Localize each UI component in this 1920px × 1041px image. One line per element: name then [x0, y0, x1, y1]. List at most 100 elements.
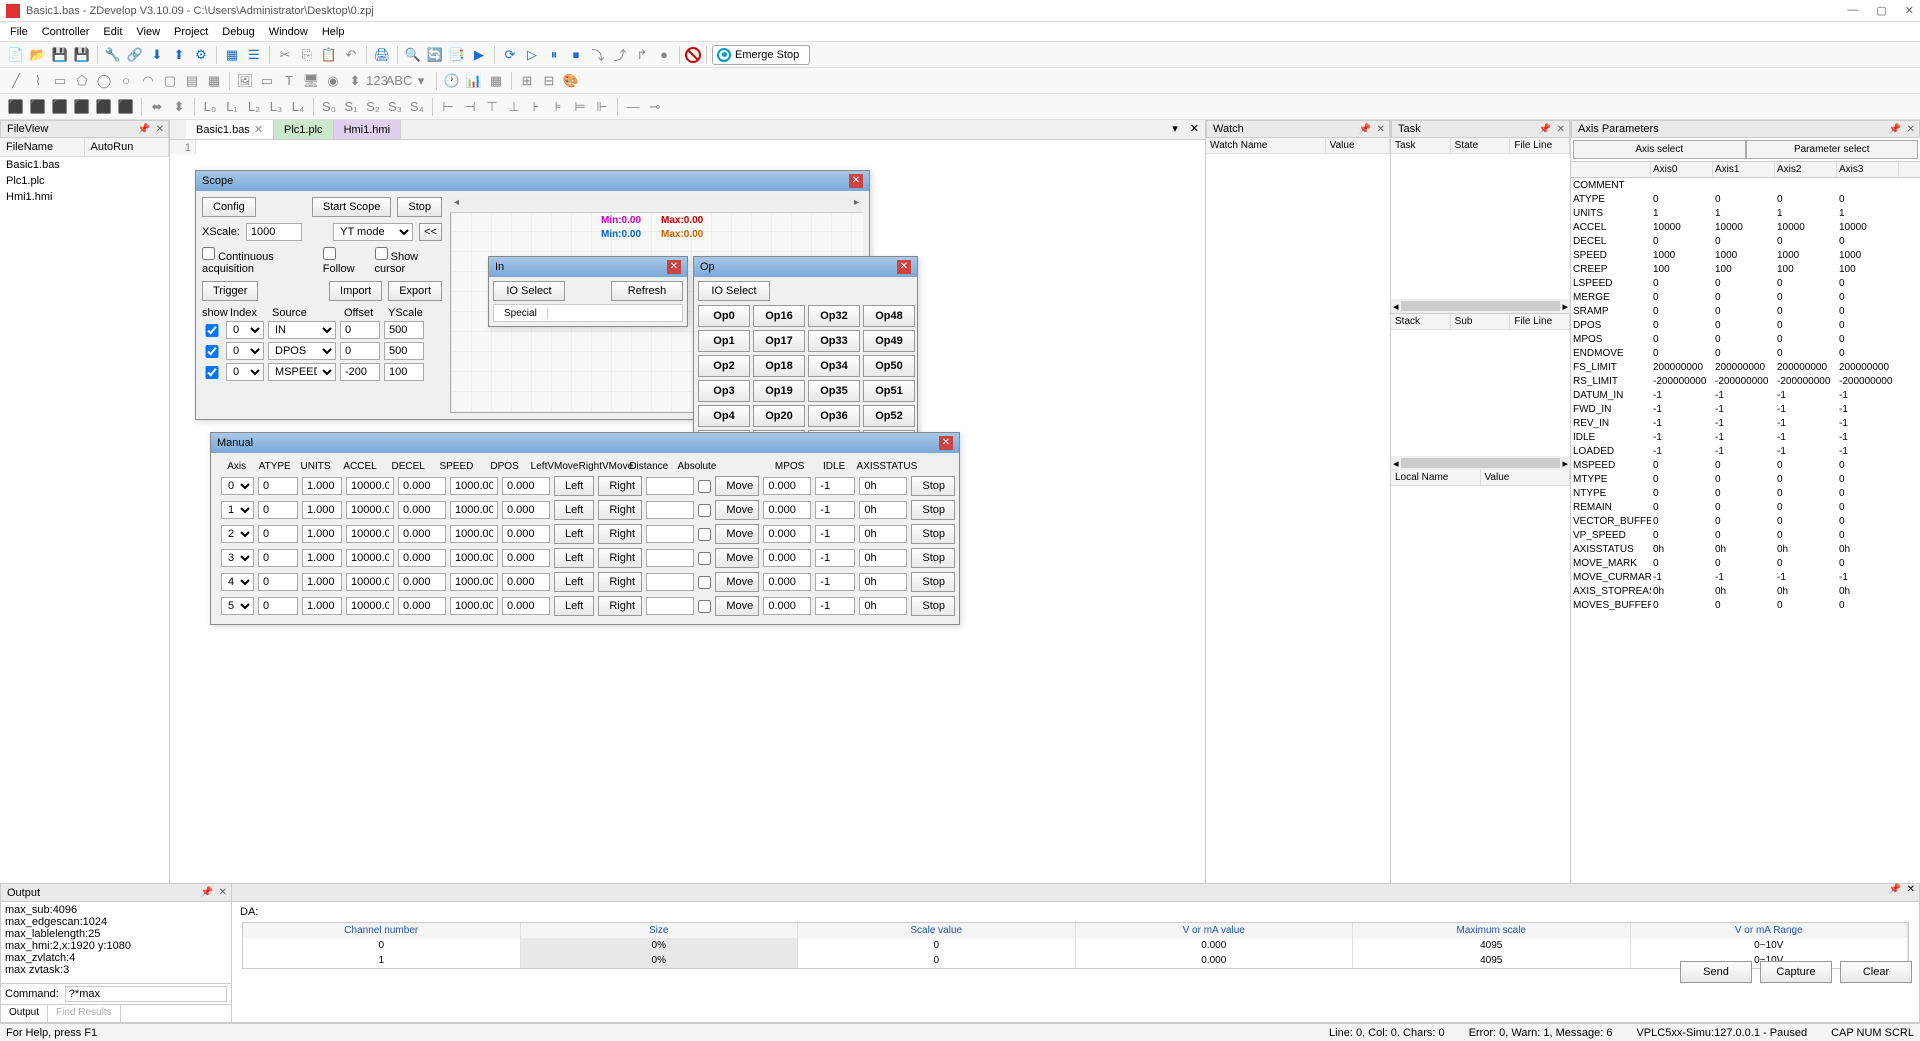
speed-input[interactable]	[450, 549, 498, 567]
axis-row[interactable]: AXIS_STOPREASON0h0h0h0h	[1571, 584, 1920, 598]
h7-icon[interactable]: ⊨	[570, 97, 590, 117]
show-check[interactable]	[202, 345, 222, 358]
speed-input[interactable]	[450, 501, 498, 519]
yscale-input[interactable]	[384, 363, 424, 381]
op-button[interactable]: Op51	[863, 380, 915, 402]
ruler-left-icon[interactable]: ◂	[450, 197, 463, 208]
dpos-input[interactable]	[502, 573, 550, 591]
units-input[interactable]	[302, 597, 342, 615]
copy-icon[interactable]: ⎘	[297, 45, 317, 65]
watch-name-col[interactable]: Watch Name	[1206, 138, 1326, 153]
stepout-icon[interactable]: ↱	[632, 45, 652, 65]
accel-input[interactable]	[346, 573, 394, 591]
axis-row[interactable]: MOVE_MARK0000	[1571, 556, 1920, 570]
distance-input[interactable]	[646, 573, 694, 591]
display-icon[interactable]: 🖥	[301, 71, 321, 91]
stop-button[interactable]: Stop	[911, 476, 955, 496]
menu-project[interactable]: Project	[168, 24, 214, 40]
pin-icon[interactable]: 📌	[1359, 124, 1371, 135]
axis-row[interactable]: DATUM_IN-1-1-1-1	[1571, 388, 1920, 402]
ellipse-icon[interactable]: ◯	[94, 71, 114, 91]
saveall-icon[interactable]: 💾	[72, 45, 92, 65]
axis-select[interactable]: 1	[221, 501, 254, 519]
close-icon[interactable]: ✕	[849, 174, 863, 188]
ruler-right-icon[interactable]: ▸	[850, 197, 863, 208]
dpos-input[interactable]	[502, 501, 550, 519]
idle-input[interactable]	[815, 573, 855, 591]
find-icon[interactable]: 🔍	[403, 45, 423, 65]
move-button[interactable]: Move	[715, 548, 759, 568]
tab-close-all-icon[interactable]: ✕	[1184, 120, 1205, 139]
op-button[interactable]: Op33	[808, 330, 860, 352]
config-button[interactable]: Config	[202, 197, 256, 217]
clock-icon[interactable]: 🕐	[442, 71, 462, 91]
axis-row[interactable]: FWD_IN-1-1-1-1	[1571, 402, 1920, 416]
speed-input[interactable]	[450, 573, 498, 591]
s3-icon[interactable]: S₃	[385, 97, 405, 117]
right-button[interactable]: Right	[598, 524, 642, 544]
align-center-icon[interactable]: ⬛	[28, 97, 48, 117]
refresh-button[interactable]: Refresh	[611, 281, 683, 301]
move-button[interactable]: Move	[715, 500, 759, 520]
da-col[interactable]: V or mA Range	[1631, 923, 1909, 938]
axis-row[interactable]: ENDMOVE0000	[1571, 346, 1920, 360]
s1-icon[interactable]: S₁	[341, 97, 361, 117]
absolute-check[interactable]	[698, 480, 711, 493]
next-icon[interactable]: ▶	[469, 45, 489, 65]
roundrect-icon[interactable]: ▢	[160, 71, 180, 91]
op-button[interactable]: Op48	[863, 305, 915, 327]
dropdown-icon[interactable]: ▾	[411, 71, 431, 91]
stop-button[interactable]: Stop	[911, 524, 955, 544]
op-button[interactable]: Op3	[698, 380, 750, 402]
axis-row[interactable]: MOVE_CURMARK-1-1-1-1	[1571, 570, 1920, 584]
trigger-button[interactable]: Trigger	[202, 281, 258, 301]
close-icon[interactable]: ✕	[939, 436, 953, 450]
source-select[interactable]: IN	[268, 321, 336, 339]
tab-dropdown-icon[interactable]: ▾	[1166, 120, 1184, 139]
dpos-input[interactable]	[502, 477, 550, 495]
slider-icon[interactable]: ⬍	[345, 71, 365, 91]
units-input[interactable]	[302, 573, 342, 591]
h4-icon[interactable]: ⊥	[504, 97, 524, 117]
decel-input[interactable]	[398, 549, 446, 567]
dpos-input[interactable]	[502, 597, 550, 615]
op-button[interactable]: Op49	[863, 330, 915, 352]
axis-row[interactable]: FS_LIMIT20000000020000000020000000020000…	[1571, 360, 1920, 374]
left-button[interactable]: Left	[554, 596, 594, 616]
decel-input[interactable]	[398, 525, 446, 543]
step-icon[interactable]: ⤵	[588, 45, 608, 65]
mpos-input[interactable]	[763, 501, 811, 519]
accel-input[interactable]	[346, 597, 394, 615]
export-button[interactable]: Export	[388, 281, 442, 301]
col-autorun[interactable]: AutoRun	[85, 138, 170, 156]
break-icon[interactable]: ●	[654, 45, 674, 65]
yscale-input[interactable]	[384, 342, 424, 360]
axis-select[interactable]: 4	[221, 573, 254, 591]
link-icon[interactable]: 🔗	[125, 45, 145, 65]
dpos-input[interactable]	[502, 549, 550, 567]
ungroup-icon[interactable]: ⊟	[539, 71, 559, 91]
pattern-icon[interactable]: ▦	[204, 71, 224, 91]
da-col[interactable]: Size	[521, 923, 799, 938]
speed-input[interactable]	[450, 477, 498, 495]
circle-icon[interactable]: ○	[116, 71, 136, 91]
pin-icon[interactable]: 📌	[138, 124, 150, 135]
palette-icon[interactable]: 🎨	[561, 71, 581, 91]
align-mid-icon[interactable]: ⬛	[94, 97, 114, 117]
index-select[interactable]: 0	[226, 321, 264, 339]
axis-row[interactable]: AXISSTATUS0h0h0h0h	[1571, 542, 1920, 556]
source-select[interactable]: DPOS	[268, 342, 336, 360]
move-button[interactable]: Move	[715, 524, 759, 544]
right-button[interactable]: Right	[598, 500, 642, 520]
tab-plc1[interactable]: Plc1.plc	[274, 120, 334, 139]
axis-select[interactable]: 2	[221, 525, 254, 543]
align-bot-icon[interactable]: ⬛	[116, 97, 136, 117]
op-button[interactable]: Op34	[808, 355, 860, 377]
distance-input[interactable]	[646, 597, 694, 615]
menu-help[interactable]: Help	[316, 24, 351, 40]
op-button[interactable]: Op52	[863, 405, 915, 427]
da-col[interactable]: Scale value	[798, 923, 1076, 938]
io-select-button[interactable]: IO Select	[698, 281, 770, 301]
dash-icon[interactable]: —	[623, 97, 643, 117]
index-select[interactable]: 0	[226, 363, 264, 381]
